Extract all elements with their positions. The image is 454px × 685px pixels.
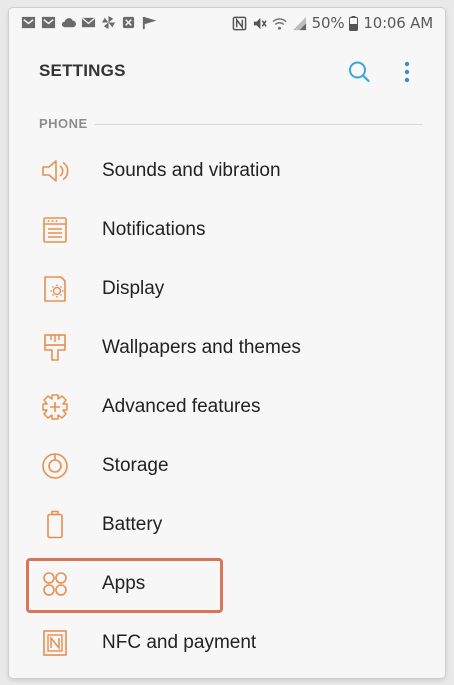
apps-icon	[43, 572, 67, 596]
box-icon	[122, 16, 135, 29]
status-bar: 50% 10:06 AM	[9, 8, 445, 40]
settings-item-sounds-and-vibration[interactable]: Sounds and vibration	[9, 141, 445, 200]
notifications-icon	[43, 217, 67, 243]
system-icons: 50% 10:06 AM	[232, 14, 433, 32]
advanced-features-icon	[42, 394, 68, 420]
battery-icon	[349, 15, 359, 31]
battery-outline-icon	[47, 510, 63, 539]
settings-list: Sounds and vibration Notifications Displ…	[9, 141, 445, 672]
flag-icon	[142, 16, 156, 30]
search-icon	[349, 61, 370, 83]
gmail-icon	[21, 16, 36, 29]
clock: 10:06 AM	[363, 14, 433, 32]
wifi-icon	[272, 17, 287, 30]
paintbrush-icon	[44, 334, 66, 361]
battery-percent: 50%	[311, 14, 345, 32]
gmail-icon	[41, 16, 56, 29]
mute-icon	[253, 17, 267, 29]
item-label: Display	[102, 278, 165, 299]
settings-item-wallpapers-and-themes[interactable]: Wallpapers and themes	[9, 318, 445, 377]
app-bar: SETTINGS	[9, 40, 445, 104]
item-label: Sounds and vibration	[102, 160, 281, 181]
settings-item-advanced-features[interactable]: Advanced features	[9, 377, 445, 436]
notification-icons	[21, 15, 156, 30]
section-label: PHONE	[39, 116, 88, 131]
section-header-phone: PHONE	[39, 116, 423, 132]
nfc-icon	[232, 16, 246, 30]
item-label: Apps	[102, 573, 146, 594]
search-button[interactable]	[345, 58, 373, 86]
settings-item-battery[interactable]: Battery	[9, 495, 445, 554]
phone-screen: 50% 10:06 AM SETTINGS PHONE Sounds and v…	[9, 8, 445, 678]
settings-item-storage[interactable]: Storage	[9, 436, 445, 495]
item-label: Storage	[102, 455, 169, 476]
nfc-payment-icon	[43, 630, 67, 656]
cloud-icon	[61, 18, 76, 28]
display-icon	[44, 276, 66, 302]
settings-item-notifications[interactable]: Notifications	[9, 200, 445, 259]
storage-icon	[42, 453, 68, 479]
item-label: Notifications	[102, 219, 206, 240]
section-divider	[95, 124, 423, 125]
item-label: Battery	[102, 514, 163, 535]
item-label: Wallpapers and themes	[102, 337, 301, 358]
more-vert-icon	[404, 61, 410, 83]
signal-icon	[292, 16, 306, 30]
speaker-icon	[42, 160, 69, 182]
settings-item-nfc-and-payment[interactable]: NFC and payment	[9, 613, 445, 672]
pinwheel-icon	[101, 15, 116, 30]
settings-item-apps[interactable]: Apps	[9, 554, 445, 613]
email-icon	[81, 17, 96, 28]
page-title: SETTINGS	[39, 61, 126, 80]
item-label: NFC and payment	[102, 632, 257, 653]
more-options-button[interactable]	[393, 58, 421, 86]
settings-item-display[interactable]: Display	[9, 259, 445, 318]
item-label: Advanced features	[102, 396, 261, 417]
